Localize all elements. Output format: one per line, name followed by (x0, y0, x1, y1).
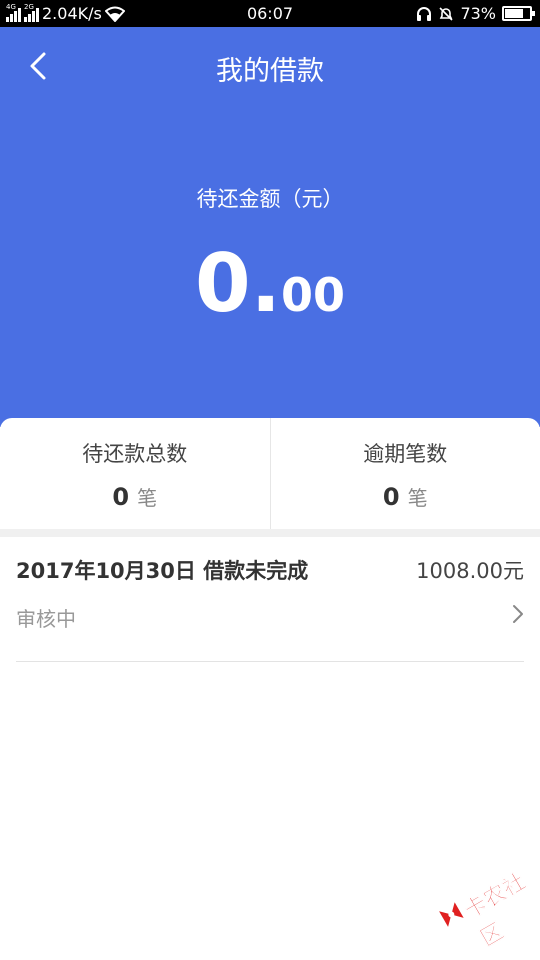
stats-card: 待还款总数 0笔 逾期笔数 0笔 (0, 418, 540, 529)
amount-dot: . (250, 237, 282, 330)
stat-label: 待还款总数 (82, 442, 188, 466)
stat-number: 0 (382, 483, 400, 511)
stat-label: 逾期笔数 (363, 442, 448, 466)
loan-list-item[interactable]: 2017年10月30日 借款未完成 1008.00元 审核中 (0, 537, 540, 662)
loan-amount: 1008.00元 (416, 559, 524, 583)
headset-icon (417, 6, 432, 21)
watermark: 卡农社区 (428, 846, 540, 952)
list-divider (16, 661, 524, 662)
pending-amount: 0.00 (0, 237, 540, 330)
page-title: 我的借款 (216, 56, 324, 87)
battery-icon (502, 6, 535, 21)
summary-header: 我的借款 待还金额（元） 0.00 (0, 27, 540, 427)
battery-fill (505, 9, 523, 18)
loan-status: 审核中 (16, 607, 76, 631)
section-gap (0, 529, 540, 537)
chevron-right-icon (513, 605, 523, 623)
stat-unit: 笔 (137, 486, 158, 510)
status-bar: 4G 2G 2.04K/s 06:07 73% (0, 0, 540, 27)
amount-integer: 0 (194, 237, 251, 330)
battery-percent: 73% (460, 4, 496, 23)
pending-amount-label: 待还金额（元） (196, 187, 344, 211)
watermark-text: 卡农社区 (460, 869, 531, 952)
stat-value: 0笔 (0, 482, 270, 511)
mute-bell-icon (439, 6, 454, 21)
loan-title: 2017年10月30日 借款未完成 (16, 559, 309, 583)
stat-number: 0 (112, 483, 130, 511)
stat-value: 0笔 (271, 482, 540, 511)
status-right: 73% (416, 0, 535, 27)
stat-overdue-count[interactable]: 逾期笔数 0笔 (269, 418, 540, 529)
stat-unit: 笔 (407, 486, 428, 510)
stat-pending-count[interactable]: 待还款总数 0笔 (0, 418, 270, 529)
amount-decimal: 00 (281, 268, 346, 322)
